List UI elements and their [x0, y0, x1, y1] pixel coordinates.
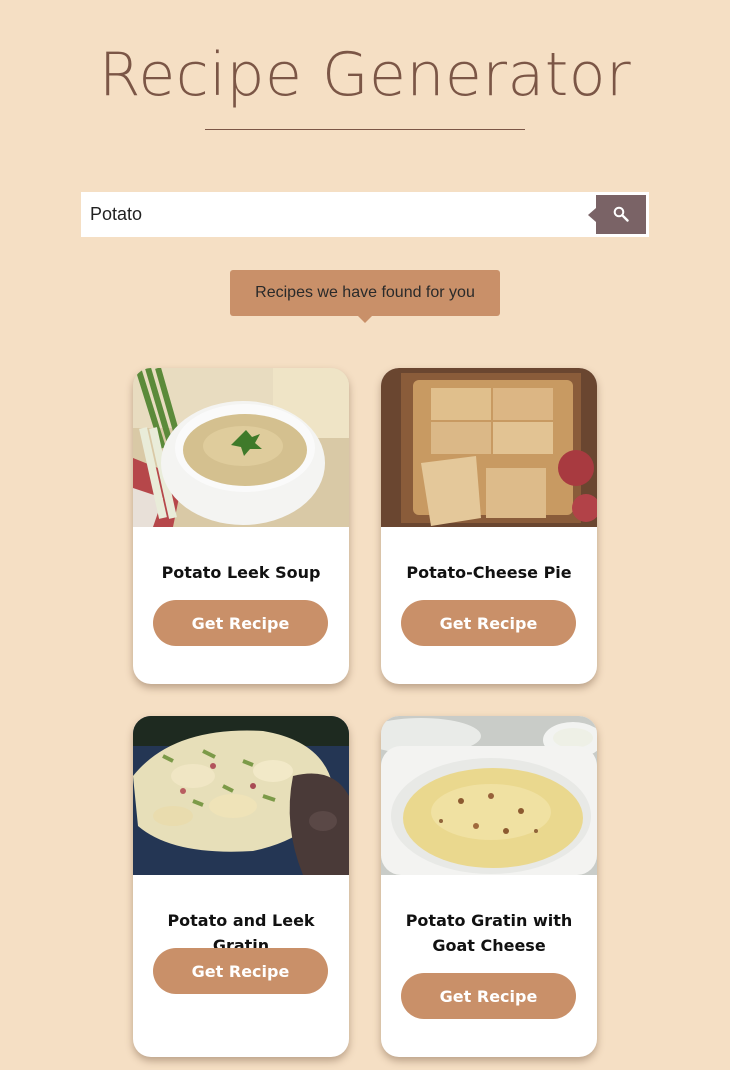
- recipe-image: [381, 716, 597, 875]
- recipe-title: Potato-Cheese Pie: [406, 563, 572, 582]
- recipe-card: Potato Leek Soup Get Recipe: [133, 368, 349, 684]
- recipe-title: Potato Leek Soup: [161, 563, 321, 582]
- search-icon: [613, 206, 629, 222]
- get-recipe-button[interactable]: Get Recipe: [153, 600, 328, 646]
- get-recipe-button[interactable]: Get Recipe: [401, 973, 576, 1019]
- search-button[interactable]: [588, 195, 646, 234]
- get-recipe-button[interactable]: Get Recipe: [401, 600, 576, 646]
- recipe-card: Potato-Cheese Pie Get Recipe: [381, 368, 597, 684]
- recipe-image: [133, 368, 349, 527]
- recipe-image: [133, 716, 349, 875]
- recipe-title: Potato Gratin with Goat Cheese: [405, 911, 573, 955]
- recipe-card: Potato and Leek Gratin Get Recipe: [133, 716, 349, 1057]
- recipe-image: [381, 368, 597, 527]
- search-input[interactable]: [81, 192, 591, 237]
- search-bar: [81, 192, 649, 237]
- page-title: Recipe Generator: [98, 40, 632, 110]
- results-label: Recipes we have found for you: [230, 270, 500, 323]
- recipe-card: Potato Gratin with Goat Cheese Get Recip…: [381, 716, 597, 1057]
- title-divider: [205, 129, 525, 130]
- get-recipe-button[interactable]: Get Recipe: [153, 948, 328, 994]
